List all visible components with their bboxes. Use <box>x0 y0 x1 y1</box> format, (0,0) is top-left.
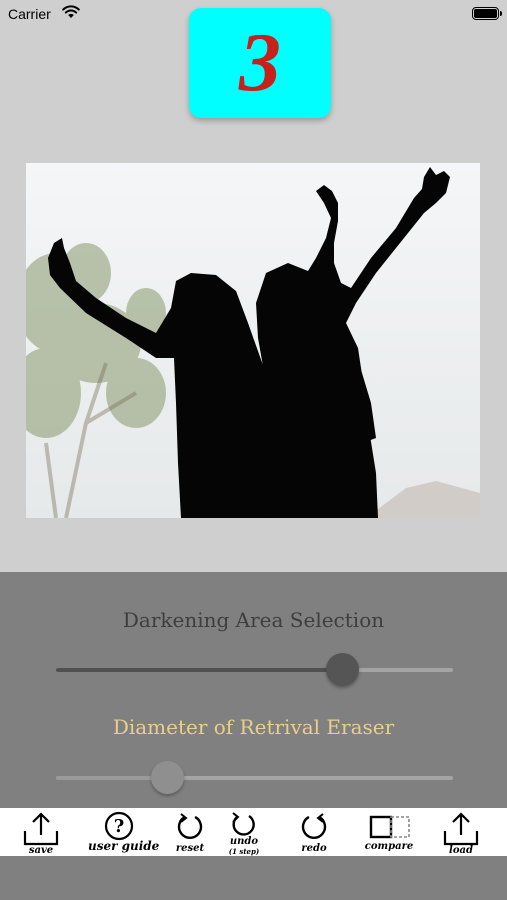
user-guide-button[interactable]: ? user guide <box>88 808 160 856</box>
compare-label: compare <box>364 841 414 852</box>
reset-label: reset <box>175 843 205 854</box>
bottom-toolbar: save ? user guide reset undo (1 step) re… <box>0 808 507 856</box>
eraser-diameter-title: Diameter of Retrival Eraser <box>112 715 395 739</box>
redo-label: redo <box>301 843 327 854</box>
control-panel: Darkening Area Selection Diameter of Ret… <box>0 572 507 808</box>
eraser-diameter-slider[interactable] <box>56 761 453 794</box>
load-button[interactable]: load <box>432 808 490 856</box>
redo-icon <box>301 813 327 839</box>
save-label: save <box>28 845 54 856</box>
undo-icon <box>232 812 255 836</box>
undo-label: undo <box>229 836 259 847</box>
silhouette-image <box>26 163 480 518</box>
step-number-badge: 3 <box>189 8 331 118</box>
save-button[interactable]: save <box>12 808 70 856</box>
reset-icon <box>177 813 203 839</box>
edited-photo[interactable] <box>26 163 480 518</box>
compare-icon <box>369 815 410 839</box>
reset-button[interactable]: reset <box>168 808 212 856</box>
undo-button[interactable]: undo (1 step) <box>222 808 266 856</box>
darkening-slider-thumb[interactable] <box>325 653 359 686</box>
darkening-area-slider[interactable] <box>56 653 453 686</box>
bottom-safe-area <box>0 856 507 900</box>
step-number: 3 <box>239 16 281 109</box>
compare-button[interactable]: compare <box>358 808 420 856</box>
load-label: load <box>449 845 473 856</box>
upload-icon <box>443 812 479 846</box>
wifi-icon <box>62 5 80 18</box>
darkening-slider-fill <box>56 668 342 672</box>
battery-icon <box>472 7 502 20</box>
redo-button[interactable]: redo <box>292 808 336 856</box>
eraser-slider-thumb[interactable] <box>151 761 185 794</box>
svg-text:?: ? <box>114 816 125 837</box>
share-icon <box>23 812 59 846</box>
undo-sublabel: (1 step) <box>228 847 260 856</box>
user-guide-label: user guide <box>88 839 160 853</box>
carrier-label: Carrier <box>8 6 51 22</box>
darkening-area-title: Darkening Area Selection <box>122 608 385 632</box>
